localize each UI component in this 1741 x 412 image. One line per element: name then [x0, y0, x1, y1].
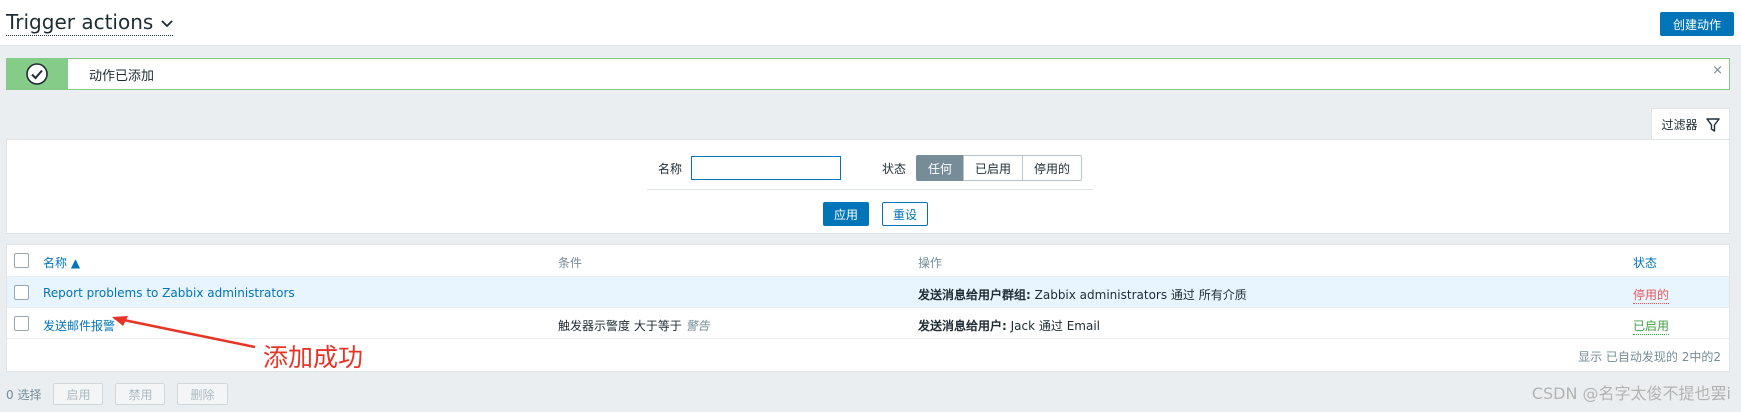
disable-button[interactable]: 禁用 — [115, 383, 166, 405]
status-option-disabled[interactable]: 停用的 — [1022, 155, 1083, 181]
ops-detail: Jack 通过 Email — [1006, 319, 1100, 333]
table-row: Report problems to Zabbix administrators… — [7, 277, 1729, 308]
column-header-conditions: 条件 — [558, 256, 583, 270]
status-segmented-control: 任何 已启用 停用的 — [916, 155, 1083, 181]
operations-cell: 发送消息给用户群组: Zabbix administrators 通过 所有介质 — [918, 286, 1247, 303]
select-all-checkbox[interactable] — [14, 253, 29, 268]
table-stats: 显示 已自动发现的 2中的2 — [1578, 350, 1721, 364]
status-option-any[interactable]: 任何 — [916, 155, 965, 181]
ops-bold-label: 发送消息给用户群组: — [918, 288, 1031, 302]
status-toggle-disabled[interactable]: 停用的 — [1633, 286, 1670, 304]
filter-name-input[interactable] — [691, 156, 841, 180]
row-checkbox[interactable] — [14, 285, 29, 300]
close-icon[interactable]: × — [1712, 63, 1723, 78]
condition-cell: 触发器示警度 大于等于 警告 — [558, 317, 710, 334]
selected-count: 0 选择 — [6, 387, 42, 402]
apply-button[interactable]: 应用 — [823, 202, 870, 226]
condition-text: 触发器示警度 大于等于 — [558, 319, 686, 333]
chevron-down-icon — [161, 19, 173, 27]
action-name-link[interactable]: 发送邮件报警 — [43, 317, 115, 334]
enable-button[interactable]: 启用 — [53, 383, 104, 405]
check-circle-icon — [26, 62, 48, 85]
filter-icon — [1705, 117, 1720, 132]
reset-button[interactable]: 重设 — [882, 202, 929, 226]
action-name-link[interactable]: Report problems to Zabbix administrators — [43, 286, 295, 300]
row-checkbox[interactable] — [14, 316, 29, 331]
page-header: Trigger actions 创建动作 — [0, 0, 1741, 46]
filter-name-label: 名称 — [658, 162, 683, 176]
table-header-row: 名称 ▲ 条件 操作 状态 — [7, 245, 1729, 277]
annotation-arrow-icon — [112, 316, 256, 349]
page-title-dropdown[interactable]: Trigger actions — [6, 10, 174, 36]
filter-divider — [647, 189, 1093, 190]
condition-severity: 警告 — [685, 319, 710, 333]
column-header-name[interactable]: 名称 ▲ — [43, 254, 80, 271]
watermark: CSDN @名字太俊不提也罢i — [1531, 384, 1731, 403]
status-toggle-enabled[interactable]: 已启用 — [1633, 317, 1670, 335]
table-row: 发送邮件报警 触发器示警度 大于等于 警告 发送消息给用户: Jack 通过 E… — [7, 308, 1729, 339]
message-text: 动作已添加 — [89, 68, 155, 84]
column-header-status[interactable]: 状态 — [1633, 254, 1657, 271]
delete-button[interactable]: 删除 — [177, 383, 228, 405]
status-option-enabled[interactable]: 已启用 — [963, 155, 1024, 181]
ops-bold-label: 发送消息给用户: — [918, 319, 1007, 333]
create-action-button[interactable]: 创建动作 — [1659, 12, 1734, 36]
page-title: Trigger actions — [6, 10, 154, 34]
filter-tab-label: 过滤器 — [1661, 118, 1698, 132]
filter-status-label: 状态 — [882, 162, 907, 176]
annotation-text: 添加成功 — [263, 343, 364, 372]
success-icon-box — [6, 57, 68, 90]
ops-detail: Zabbix administrators 通过 所有介质 — [1030, 288, 1247, 302]
filter-panel: 名称 状态 任何 已启用 停用的 应用 重设 — [6, 139, 1730, 234]
column-header-operations: 操作 — [918, 256, 943, 270]
success-message: 动作已添加 × — [6, 57, 1730, 90]
filter-tab[interactable]: 过滤器 — [1651, 108, 1730, 140]
operations-cell: 发送消息给用户: Jack 通过 Email — [918, 317, 1100, 334]
mass-action-bar: 0 选择 启用 禁用 删除 — [6, 383, 228, 405]
